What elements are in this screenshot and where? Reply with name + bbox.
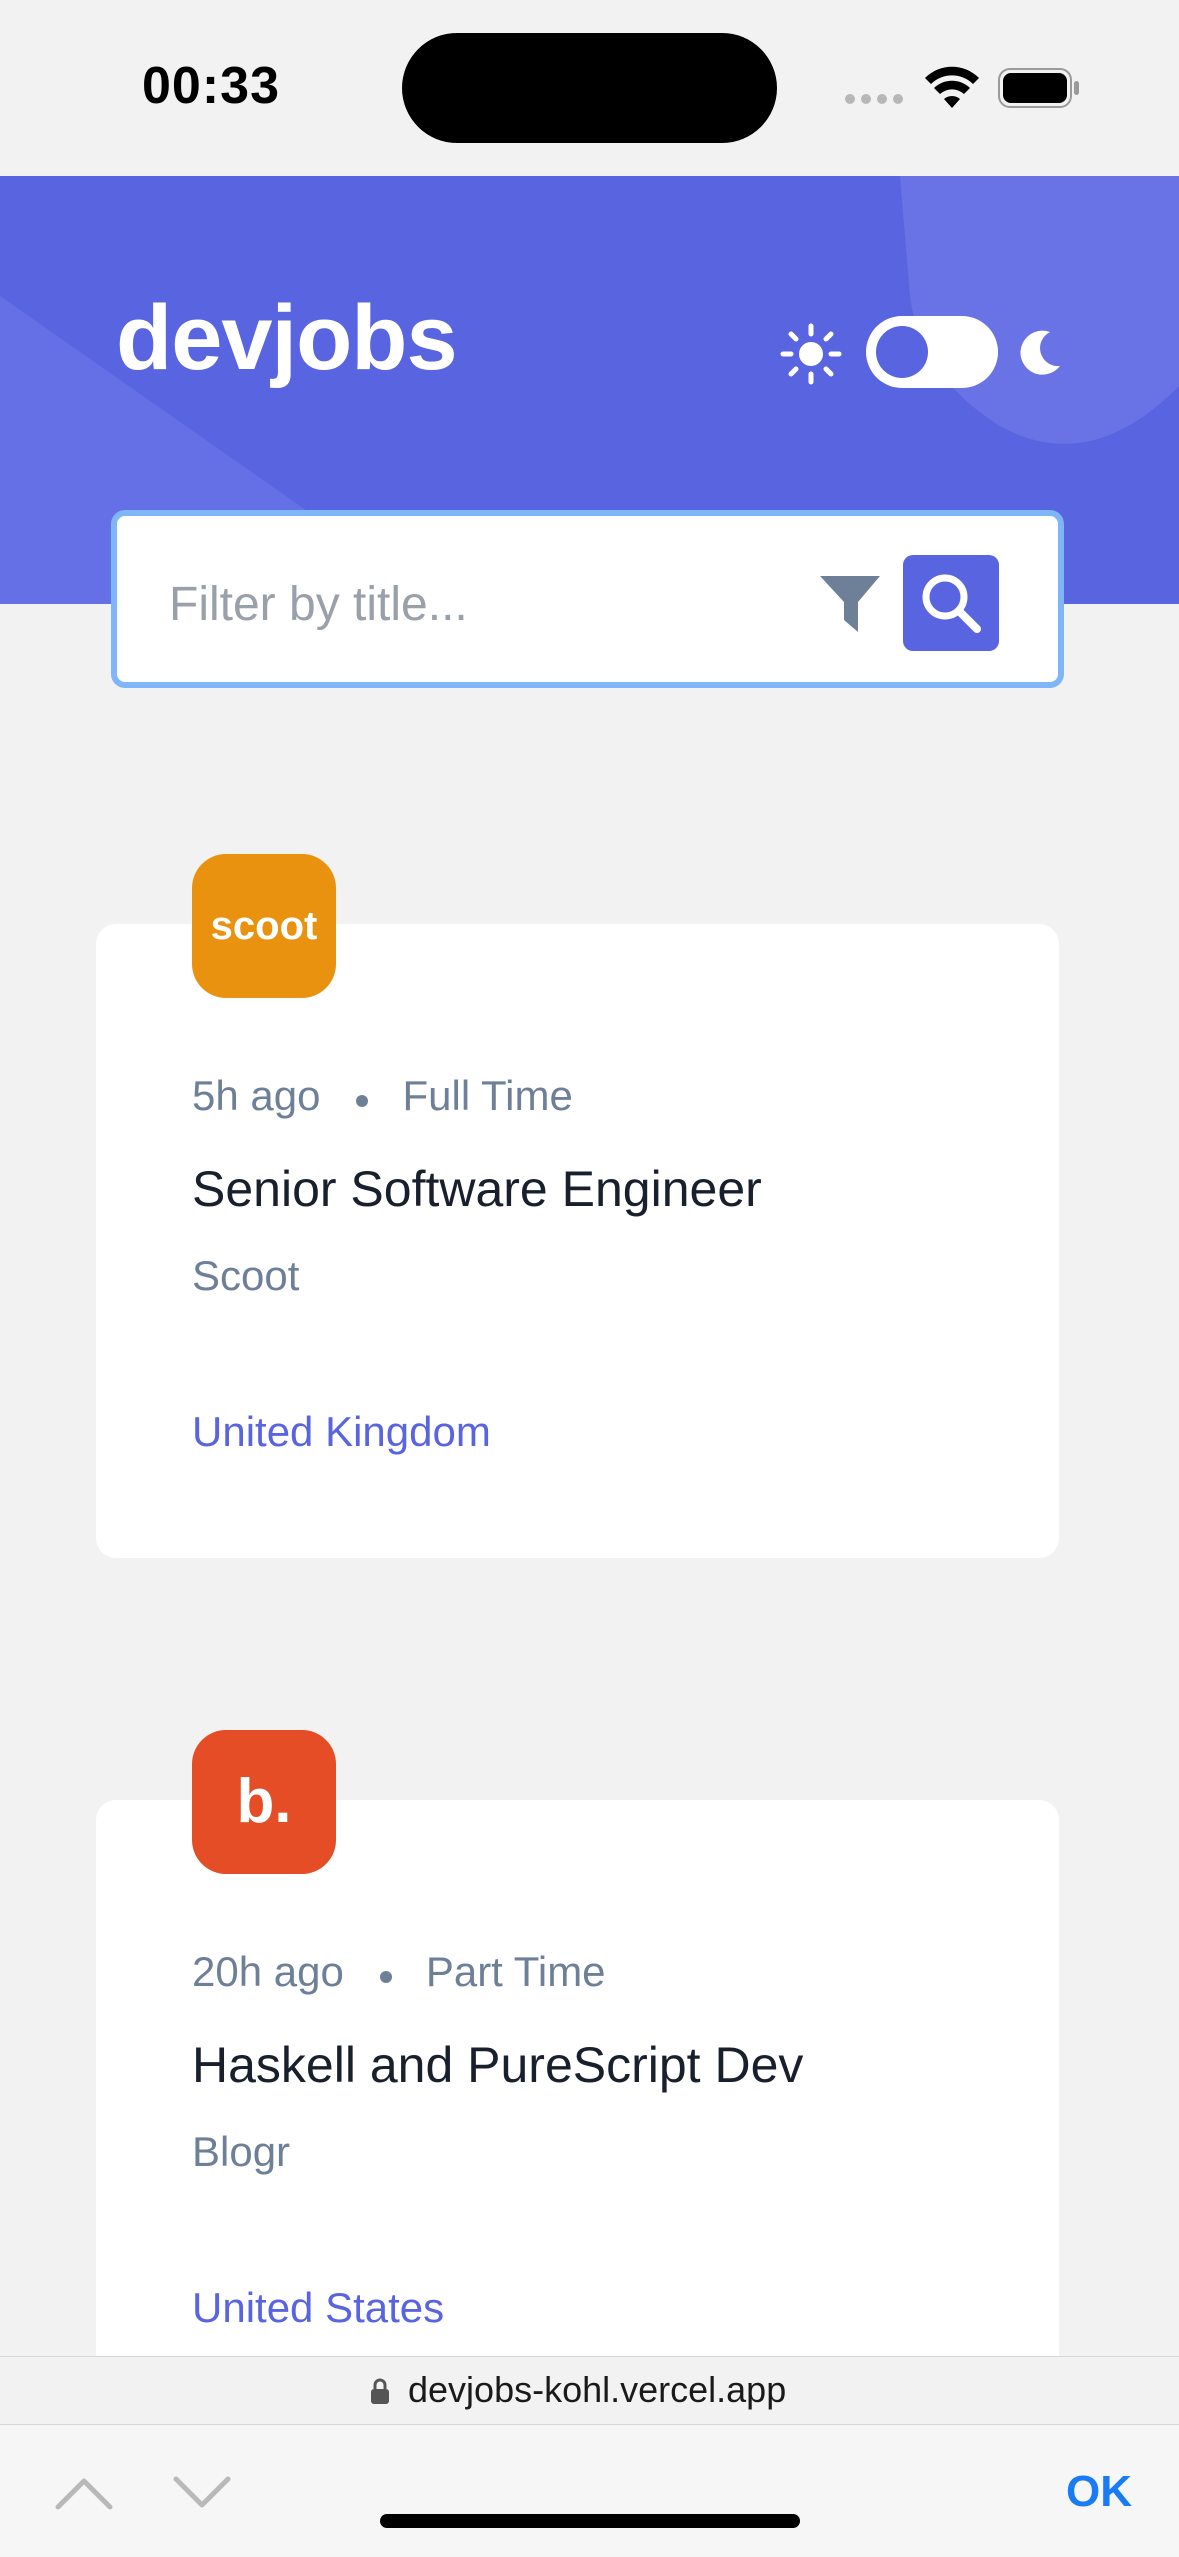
job-card[interactable]: scoot 5h ago Full Time Senior Software En…: [96, 854, 1059, 1558]
browser-url-bar[interactable]: devjobs-kohl.vercel.app: [0, 2356, 1179, 2425]
company-logo-text: b.: [236, 1767, 292, 1836]
contract-type: Full Time: [402, 1072, 573, 1119]
job-card[interactable]: b. 20h ago Part Time Haskell and PureScri…: [96, 1730, 1059, 2434]
job-location: United Kingdom: [192, 1408, 491, 1455]
company-logo: scoot: [192, 854, 336, 998]
status-time: 00:33: [142, 57, 280, 115]
search-bar: [111, 510, 1064, 688]
ok-button[interactable]: OK: [1066, 2467, 1132, 2517]
theme-toggle[interactable]: [866, 316, 998, 388]
job-meta: 20h ago Part Time: [192, 1948, 606, 1996]
job-title[interactable]: Haskell and PureScript Dev: [192, 2036, 803, 2094]
job-location: United States: [192, 2284, 445, 2331]
job-meta: 5h ago Full Time: [192, 1072, 573, 1120]
moon-icon: [1020, 330, 1060, 375]
search-input[interactable]: [167, 568, 791, 640]
filter-icon[interactable]: [818, 572, 882, 636]
search-icon: [922, 574, 981, 633]
app-logo[interactable]: devjobs: [116, 286, 458, 391]
job-title[interactable]: Senior Software Engineer: [192, 1160, 762, 1218]
form-navigation-toolbar: OK: [0, 2424, 1179, 2557]
battery-icon: [998, 68, 1079, 108]
status-bar: 00:33: [0, 0, 1179, 176]
chevron-down-icon[interactable]: [172, 2475, 232, 2511]
url-text[interactable]: devjobs-kohl.vercel.app: [408, 2369, 786, 2411]
sun-icon: [780, 323, 842, 385]
contract-type: Part Time: [425, 1948, 606, 1995]
cellular-signal-icon: [845, 94, 905, 104]
company-logo-text: scoot: [210, 904, 318, 948]
wifi-icon: [925, 66, 979, 108]
company-name: Blogr: [192, 2128, 291, 2175]
dynamic-island: [402, 33, 777, 143]
search-button[interactable]: [903, 555, 999, 651]
separator-dot: [356, 1094, 369, 1107]
chevron-up-icon[interactable]: [54, 2475, 114, 2511]
posted-time: 5h ago: [192, 1072, 321, 1119]
company-name: Scoot: [192, 1252, 300, 1299]
separator-dot: [379, 1970, 392, 1983]
company-logo: b.: [192, 1730, 336, 1874]
lock-icon: [371, 2378, 389, 2404]
home-indicator: [380, 2514, 800, 2528]
posted-time: 20h ago: [192, 1948, 344, 1995]
theme-toggle-knob: [876, 326, 928, 378]
